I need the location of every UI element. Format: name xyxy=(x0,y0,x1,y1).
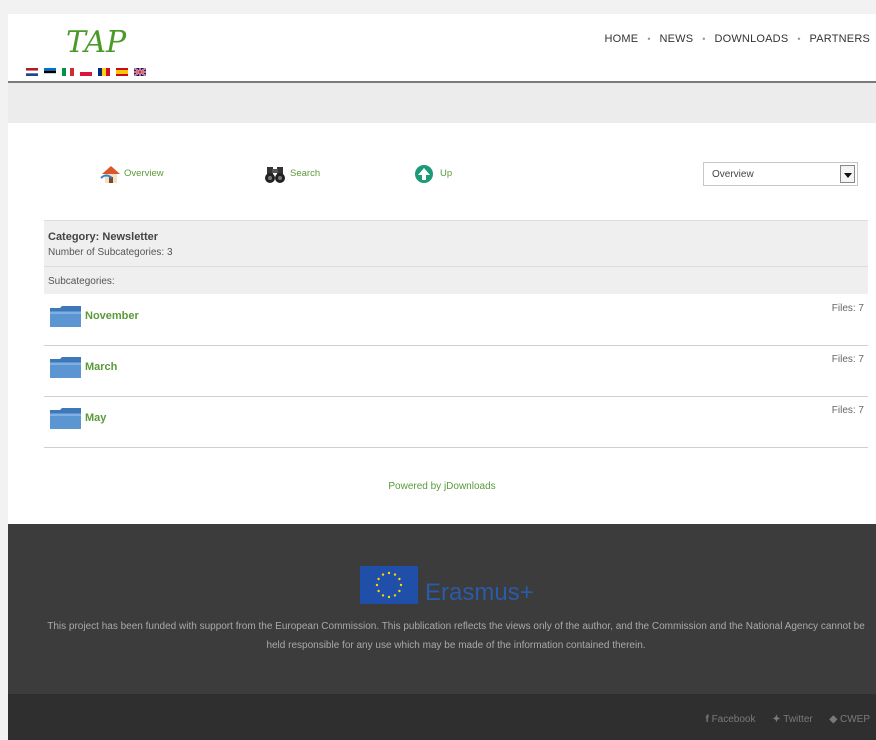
it-flag-icon[interactable] xyxy=(62,68,74,76)
list-item: May Files: 7 xyxy=(44,397,868,448)
funding-disclaimer: This project has been funded with suppor… xyxy=(47,621,865,651)
select-value: Overview xyxy=(712,169,754,180)
site-logo[interactable]: TAP xyxy=(64,18,154,62)
main-nav: HOME • NEWS • DOWNLOADS • PARTNERS xyxy=(605,33,871,45)
category-header: Category: Newsletter Number of Subcatego… xyxy=(44,220,868,267)
up-label: Up xyxy=(440,168,453,179)
site-header: TAP HOME • NEWS • DOWNLOADS • PARTNERS xyxy=(8,14,876,83)
cwep-label: CWEP xyxy=(840,714,870,725)
nav-downloads[interactable]: DOWNLOADS xyxy=(714,33,788,45)
nav-news[interactable]: NEWS xyxy=(659,33,693,45)
twitter-link[interactable]: ✦ Twitter xyxy=(772,714,812,725)
nav-separator: • xyxy=(647,34,651,44)
logo-mark: TAP xyxy=(66,25,127,60)
subcategory-link[interactable]: May xyxy=(85,412,106,424)
facebook-link[interactable]: f Facebook xyxy=(705,714,755,725)
twitter-label: Twitter xyxy=(783,714,813,725)
pl-flag-icon[interactable] xyxy=(80,68,92,76)
category-jump-select[interactable]: Overview xyxy=(703,162,858,186)
files-count: Files: 7 xyxy=(831,405,864,416)
list-item: March Files: 7 xyxy=(44,346,868,397)
subcategory-count: Number of Subcategories: 3 xyxy=(48,247,173,258)
subcategories-header: Subcategories: xyxy=(44,267,868,294)
twitter-icon: ✦ xyxy=(772,714,781,725)
facebook-icon: f xyxy=(705,714,709,725)
social-links: f Facebook ✦ Twitter ◆ CWEP xyxy=(691,714,870,725)
site-footer: Erasmus+ This project has been funded wi… xyxy=(8,524,876,694)
header-band xyxy=(8,83,876,123)
eu-flag-icon xyxy=(360,566,418,604)
uk-flag-icon[interactable] xyxy=(134,68,146,76)
cwep-link[interactable]: ◆ CWEP xyxy=(830,714,870,725)
es-flag-icon[interactable] xyxy=(116,68,128,76)
list-item: November Files: 7 xyxy=(44,295,868,346)
binoculars-icon xyxy=(265,167,285,183)
files-count: Files: 7 xyxy=(831,303,864,314)
nav-separator: • xyxy=(797,34,801,44)
subcategory-link[interactable]: March xyxy=(85,361,117,373)
page: TAP HOME • NEWS • DOWNLOADS • PARTNERS Overvie… xyxy=(8,14,876,740)
footer-bottom-bar: f Facebook ✦ Twitter ◆ CWEP xyxy=(8,694,876,740)
chevron-down-icon[interactable] xyxy=(840,165,855,183)
folder-icon[interactable] xyxy=(49,406,82,430)
nav-home[interactable]: HOME xyxy=(605,33,639,45)
category-title: Category: Newsletter xyxy=(48,231,159,243)
search-label: Search xyxy=(290,168,321,179)
ee-flag-icon[interactable] xyxy=(44,68,56,76)
folder-icon[interactable] xyxy=(49,355,82,379)
nav-separator: • xyxy=(702,34,706,44)
nav-partners[interactable]: PARTNERS xyxy=(810,33,870,45)
subcategory-link[interactable]: November xyxy=(85,310,139,322)
logo-text: TAP xyxy=(66,25,127,60)
facebook-label: Facebook xyxy=(711,714,756,725)
nl-flag-icon[interactable] xyxy=(26,68,38,76)
subcategories-label: Subcategories: xyxy=(48,276,115,287)
overview-label: Overview xyxy=(124,168,164,179)
folder-icon[interactable] xyxy=(49,304,82,328)
erasmus-plus-logo: Erasmus+ xyxy=(425,579,534,606)
files-count: Files: 7 xyxy=(831,354,864,365)
powered-by-link[interactable]: Powered by jDownloads xyxy=(8,481,876,492)
tag-icon: ◆ xyxy=(829,714,838,725)
ro-flag-icon[interactable] xyxy=(98,68,110,76)
up-arrow-icon xyxy=(415,165,433,183)
home-icon xyxy=(100,166,120,183)
